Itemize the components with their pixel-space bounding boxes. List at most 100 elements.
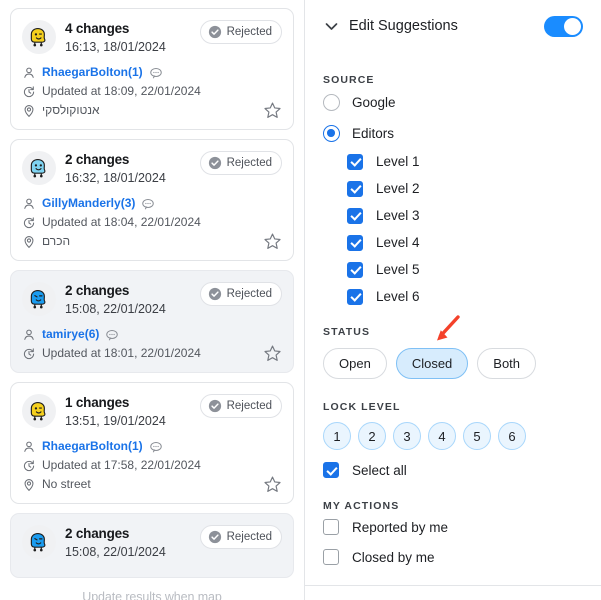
edit-suggestions-header[interactable]: Edit Suggestions: [323, 12, 583, 40]
source-radio-google[interactable]: Google: [323, 88, 583, 117]
card-date: 15:08, 22/01/2024: [65, 302, 166, 316]
card-username[interactable]: RhaegarBolton(1): [42, 437, 143, 456]
checkbox-icon[interactable]: [347, 288, 363, 305]
source-radio-editors[interactable]: Editors: [323, 119, 583, 148]
card-user-row[interactable]: RhaegarBolton(1): [22, 437, 282, 456]
chevron-down-icon[interactable]: [323, 18, 340, 35]
suggestion-card[interactable]: 2 changes 15:08, 22/01/2024 Rejected: [10, 513, 294, 578]
status-pill-open[interactable]: Open: [323, 348, 387, 379]
map-update-hint: Update results when map: [82, 590, 222, 600]
favorite-star-icon[interactable]: [263, 475, 282, 494]
card-updated-text: Updated at 18:09, 22/01/2024: [42, 84, 201, 98]
level-checkbox-row-level-2[interactable]: Level 2: [347, 175, 583, 202]
waze-mood-yellow-happy-avatar: [22, 394, 56, 428]
suggestions-list-pane: 4 changes 16:13, 18/01/2024 Rejected Rhaega…: [0, 0, 305, 600]
card-updated-text: Updated at 18:01, 22/01/2024: [42, 346, 201, 360]
favorite-star-icon[interactable]: [263, 232, 282, 251]
card-username[interactable]: RhaegarBolton(1): [42, 63, 143, 82]
level-checkbox-row-level-5[interactable]: Level 5: [347, 256, 583, 283]
comment-bubble-icon[interactable]: [149, 66, 163, 80]
card-meta: RhaegarBolton(1) Updated at 18:09, 22/01/…: [22, 63, 282, 120]
my-actions-section: MY ACTIONS Reported by me Closed by me: [323, 500, 583, 572]
select-all-checkbox[interactable]: [323, 462, 339, 478]
user-icon: [22, 328, 36, 342]
checkbox-icon[interactable]: [347, 207, 363, 224]
suggestion-card[interactable]: 2 changes 15:08, 22/01/2024 Rejected tamiry…: [10, 270, 294, 373]
comment-bubble-icon[interactable]: [149, 440, 163, 454]
level-checkbox-row-level-4[interactable]: Level 4: [347, 229, 583, 256]
status-pill-both[interactable]: Both: [477, 348, 537, 379]
card-updated-row: Updated at 17:58, 22/01/2024: [22, 456, 282, 475]
my-action-row-closed-by-me[interactable]: Closed by me: [323, 542, 583, 572]
waze-mood-yellow-happy-avatar: [22, 20, 56, 54]
comment-bubble-icon[interactable]: [105, 328, 119, 342]
my-actions-options: Reported by me Closed by me: [323, 512, 583, 572]
card-date: 16:32, 18/01/2024: [65, 171, 166, 185]
card-date: 16:13, 18/01/2024: [65, 40, 166, 54]
card-header: 4 changes 16:13, 18/01/2024 Rejected: [22, 19, 282, 56]
card-changes-count: 2 changes: [65, 283, 130, 298]
source-section: SOURCE Google Editors Level 1 Level 2 Level…: [323, 74, 583, 310]
status-badge: Rejected: [199, 394, 282, 418]
comment-bubble-icon[interactable]: [141, 197, 155, 211]
suggestion-card[interactable]: 2 changes 16:32, 18/01/2024 Rejected GillyM…: [10, 139, 294, 261]
status-badge: Rejected: [199, 282, 282, 306]
lock-level-5[interactable]: 5: [463, 422, 491, 450]
favorite-star-icon[interactable]: [263, 101, 282, 120]
card-header: 2 changes 15:08, 22/01/2024 Rejected: [22, 524, 282, 561]
lock-level-1[interactable]: 1: [323, 422, 351, 450]
card-location-text: No street: [42, 477, 91, 491]
level-label: Level 3: [376, 208, 420, 223]
clock-icon: [22, 459, 36, 473]
location-pin-icon: [22, 104, 36, 118]
rejected-check-icon: [208, 25, 222, 39]
checkbox-icon[interactable]: [347, 180, 363, 197]
filters-pane: Edit Suggestions SOURCE Google Editors Le…: [305, 0, 601, 600]
my-action-row-reported-by-me[interactable]: Reported by me: [323, 512, 583, 542]
card-user-row[interactable]: RhaegarBolton(1): [22, 63, 282, 82]
card-changes-count: 1 changes: [65, 395, 130, 410]
card-title-block: 2 changes 15:08, 22/01/2024: [65, 281, 200, 318]
level-label: Level 4: [376, 235, 420, 250]
checkbox-icon[interactable]: [347, 261, 363, 278]
card-user-row[interactable]: GillyManderly(3): [22, 194, 282, 213]
source-options: Google Editors: [323, 88, 583, 148]
lock-level-3[interactable]: 3: [393, 422, 421, 450]
radio-icon[interactable]: [323, 125, 340, 142]
card-user-row[interactable]: tamirye(6): [22, 325, 282, 344]
lock-level-2[interactable]: 2: [358, 422, 386, 450]
level-label: Level 6: [376, 289, 420, 304]
checkbox-icon[interactable]: [323, 549, 339, 565]
suggestion-card[interactable]: 4 changes 16:13, 18/01/2024 Rejected Rhaega…: [10, 8, 294, 130]
waze-mood-blue-wink-avatar: [22, 525, 56, 559]
my-action-label: Reported by me: [352, 519, 449, 535]
user-icon: [22, 440, 36, 454]
card-updated-text: Updated at 17:58, 22/01/2024: [42, 458, 201, 472]
status-badge-label: Rejected: [226, 288, 272, 300]
card-username[interactable]: tamirye(6): [42, 325, 99, 344]
status-badge: Rejected: [199, 525, 282, 549]
level-checkbox-row-level-1[interactable]: Level 1: [347, 148, 583, 175]
edit-suggestions-screen: 4 changes 16:13, 18/01/2024 Rejected Rhaega…: [0, 0, 601, 600]
favorite-star-icon[interactable]: [263, 344, 282, 363]
card-location-text: אנטוקולסקי: [42, 103, 100, 117]
status-pill-closed[interactable]: Closed: [395, 348, 469, 379]
checkbox-icon[interactable]: [323, 519, 339, 535]
level-checkbox-row-level-3[interactable]: Level 3: [347, 202, 583, 229]
rejected-check-icon: [208, 287, 222, 301]
card-username[interactable]: GillyManderly(3): [42, 194, 135, 213]
lock-level-section-title: LOCK LEVEL: [323, 401, 401, 413]
checkbox-icon[interactable]: [347, 234, 363, 251]
lock-level-6[interactable]: 6: [498, 422, 526, 450]
card-changes-count: 4 changes: [65, 21, 130, 36]
radio-icon[interactable]: [323, 94, 340, 111]
lock-level-4[interactable]: 4: [428, 422, 456, 450]
checkbox-icon[interactable]: [347, 153, 363, 170]
suggestion-card[interactable]: 1 changes 13:51, 19/01/2024 Rejected Rhaega…: [10, 382, 294, 504]
level-checkbox-row-level-6[interactable]: Level 6: [347, 283, 583, 310]
waze-mood-blue-wink-avatar: [22, 282, 56, 316]
select-all-row[interactable]: Select all: [323, 462, 583, 478]
location-pin-icon: [22, 478, 36, 492]
edit-suggestions-toggle[interactable]: [544, 15, 583, 37]
source-level-checkboxes: Level 1 Level 2 Level 3 Level 4 Level 5 Level…: [347, 148, 583, 310]
